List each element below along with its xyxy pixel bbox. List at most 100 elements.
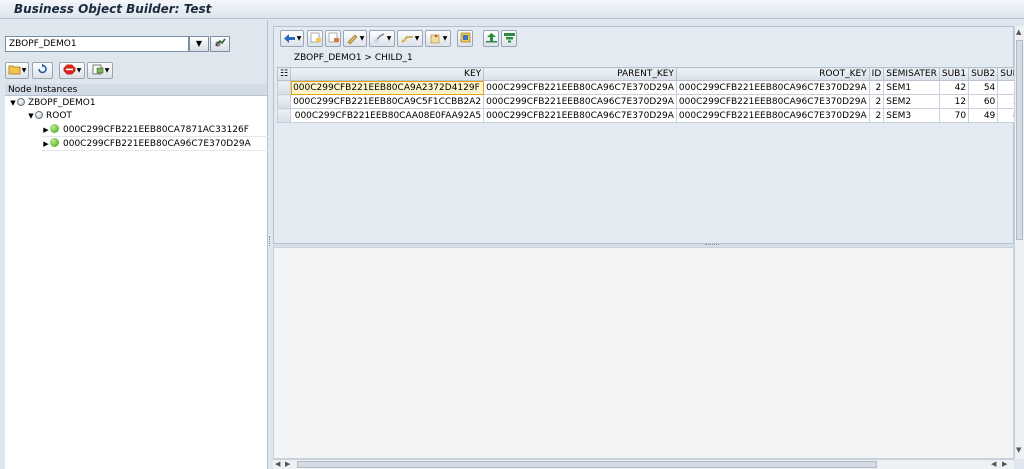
cell-parent-key[interactable]: 000C299CFB221EEB80CA96C7E370D29A: [483, 108, 677, 123]
title-bar: Business Object Builder: Test: [0, 0, 1024, 19]
scroll-right-icon[interactable]: ▶: [1002, 460, 1007, 468]
table-row[interactable]: 000C299CFB221EEB80CA9C5F1CCBB2A2 000C299…: [276, 94, 1024, 109]
cell-key[interactable]: 000C299CFB221EEB80CA9A2372D4129F: [290, 80, 485, 95]
back-button[interactable]: ▼: [280, 30, 304, 47]
create-icon: [310, 32, 321, 43]
create-button[interactable]: [307, 30, 323, 47]
column-header[interactable]: SEMISATER: [883, 67, 940, 81]
delete-button[interactable]: [325, 30, 341, 47]
stop-button[interactable]: ▼: [59, 62, 85, 79]
cell-sub1[interactable]: 42: [938, 80, 970, 95]
column-header[interactable]: ID: [868, 67, 885, 81]
cell-parent-key[interactable]: 000C299CFB221EEB80CA96C7E370D29A: [483, 80, 677, 95]
status-ok-icon: [50, 138, 59, 147]
horizontal-scrollbar[interactable]: ◀ ▶ ◀ ▶: [273, 459, 1014, 469]
scroll-thumb[interactable]: [1016, 40, 1023, 240]
select-all-icon[interactable]: ☷: [276, 67, 292, 81]
detail-pane: [273, 247, 1014, 459]
left-pane: ZBOPF_DEMO1 ▼ ▼ ▼ ▼ Node Instances ▼ ZBOP…: [0, 20, 278, 469]
expand-toggle-icon[interactable]: ▼: [9, 97, 17, 110]
column-header[interactable]: PARENT_KEY: [483, 67, 677, 81]
cell-semisater[interactable]: SEM1: [883, 80, 940, 95]
back-arrow-icon: [283, 34, 295, 43]
cell-key[interactable]: 000C299CFB221EEB80CAA08E0FAA92A5: [290, 108, 485, 123]
edit-button[interactable]: ▼: [343, 30, 367, 47]
status-ok-icon: [50, 124, 59, 133]
refresh-icon: [38, 63, 47, 74]
cell-semisater[interactable]: SEM3: [883, 108, 940, 123]
scroll-down-icon[interactable]: ▼: [1016, 446, 1021, 454]
cell-semisater[interactable]: SEM2: [883, 94, 940, 109]
cell-sub2[interactable]: 60: [968, 94, 999, 109]
validation-button[interactable]: ▼: [425, 30, 451, 47]
instance-table: ☷ KEY PARENT_KEY ROOT_KEY ID SEMISATER S…: [276, 67, 1024, 123]
delete-icon: [328, 32, 339, 43]
tree-item-label: 000C299CFB221EEB80CA7871AC33126F: [63, 125, 249, 135]
cell-root-key[interactable]: 000C299CFB221EEB80CA96C7E370D29A: [675, 108, 870, 123]
layout-icon: [503, 33, 515, 43]
tree-item-label: 000C299CFB221EEB80CA96C7E370D29A: [63, 139, 251, 149]
details-icon: [460, 32, 470, 43]
row-selector[interactable]: [276, 94, 292, 109]
tree-item-root[interactable]: ▼ ROOT: [27, 110, 72, 123]
tree-item-label: ROOT: [46, 111, 72, 121]
open-button[interactable]: ▼: [5, 62, 29, 79]
table-row[interactable]: 000C299CFB221EEB80CA9A2372D4129F 000C299…: [276, 80, 1024, 95]
validation-icon: [430, 34, 439, 44]
cell-sub1[interactable]: 12: [938, 94, 970, 109]
node-tree: ▼ ZBOPF_DEMO1 ▼ ROOT ▶ 000C299CFB221EEB80CA…: [5, 96, 278, 469]
column-header[interactable]: ROOT_KEY: [675, 67, 870, 81]
tree-item-bo[interactable]: ▼ ZBOPF_DEMO1: [9, 97, 96, 110]
determination-button[interactable]: ▼: [397, 30, 423, 47]
splitter-grip[interactable]: [269, 236, 271, 246]
details-button[interactable]: [457, 30, 473, 47]
scroll-left-icon[interactable]: ◀: [991, 460, 996, 468]
refresh-button[interactable]: [32, 62, 53, 79]
settings-icon: [92, 64, 103, 75]
stop-icon: [63, 64, 76, 75]
settings-button[interactable]: ▼: [87, 62, 113, 79]
scroll-right-icon[interactable]: ▶: [285, 460, 290, 468]
expand-toggle-icon[interactable]: ▶: [42, 138, 50, 151]
cell-sub2[interactable]: 54: [968, 80, 999, 95]
cell-root-key[interactable]: 000C299CFB221EEB80CA96C7E370D29A: [675, 94, 870, 109]
export-button[interactable]: [483, 30, 499, 47]
node-icon: [35, 111, 43, 119]
window-title: Business Object Builder: Test: [14, 2, 212, 16]
bo-name-input[interactable]: ZBOPF_DEMO1: [5, 36, 189, 52]
scroll-up-icon[interactable]: ▲: [1016, 28, 1021, 36]
edit-icon: [347, 34, 358, 44]
cell-parent-key[interactable]: 000C299CFB221EEB80CA96C7E370D29A: [483, 94, 677, 109]
layout-button[interactable]: [501, 30, 517, 47]
column-header[interactable]: KEY: [290, 67, 485, 81]
cell-sub1[interactable]: 70: [938, 108, 970, 123]
expand-toggle-icon[interactable]: ▼: [27, 110, 35, 123]
folder-icon: [8, 65, 21, 75]
table-row[interactable]: 000C299CFB221EEB80CAA08E0FAA92A5 000C299…: [276, 108, 1024, 123]
column-header[interactable]: SUB1: [938, 67, 970, 81]
tree-item-instance[interactable]: ▶ 000C299CFB221EEB80CA96C7E370D29A: [42, 138, 278, 151]
cell-root-key[interactable]: 000C299CFB221EEB80CA96C7E370D29A: [675, 80, 870, 95]
column-header[interactable]: SUB2: [968, 67, 999, 81]
cell-id[interactable]: 2: [868, 108, 885, 123]
row-selector[interactable]: [276, 80, 292, 95]
row-selector[interactable]: [276, 108, 292, 123]
vertical-scrollbar[interactable]: ▲ ▼: [1014, 26, 1024, 459]
chevron-down-icon[interactable]: ▼: [189, 36, 209, 52]
cell-key[interactable]: 000C299CFB221EEB80CA9C5F1CCBB2A2: [290, 94, 485, 109]
scroll-thumb[interactable]: [297, 461, 877, 468]
action-button[interactable]: ▼: [369, 30, 395, 47]
scroll-left-icon[interactable]: ◀: [275, 460, 280, 468]
cell-id[interactable]: 2: [868, 80, 885, 95]
search-help-icon[interactable]: [210, 36, 230, 52]
node-icon: [17, 98, 25, 106]
breadcrumb: ZBOPF_DEMO1 > CHILD_1: [294, 53, 413, 63]
cell-sub2[interactable]: 49: [968, 108, 999, 123]
export-icon: [485, 33, 497, 43]
tree-item-instance[interactable]: ▶ 000C299CFB221EEB80CA7871AC33126F: [42, 124, 278, 137]
splitter-grip[interactable]: [705, 244, 719, 245]
cell-id[interactable]: 2: [868, 94, 885, 109]
expand-toggle-icon[interactable]: ▶: [42, 124, 50, 137]
instance-pane: ▼ ▼ ▼ ▼ ▼ ZBOPF_DEMO1 > CHILD_1 ☷ KEY PA…: [273, 26, 1024, 244]
tree-header: Node Instances: [5, 84, 267, 96]
